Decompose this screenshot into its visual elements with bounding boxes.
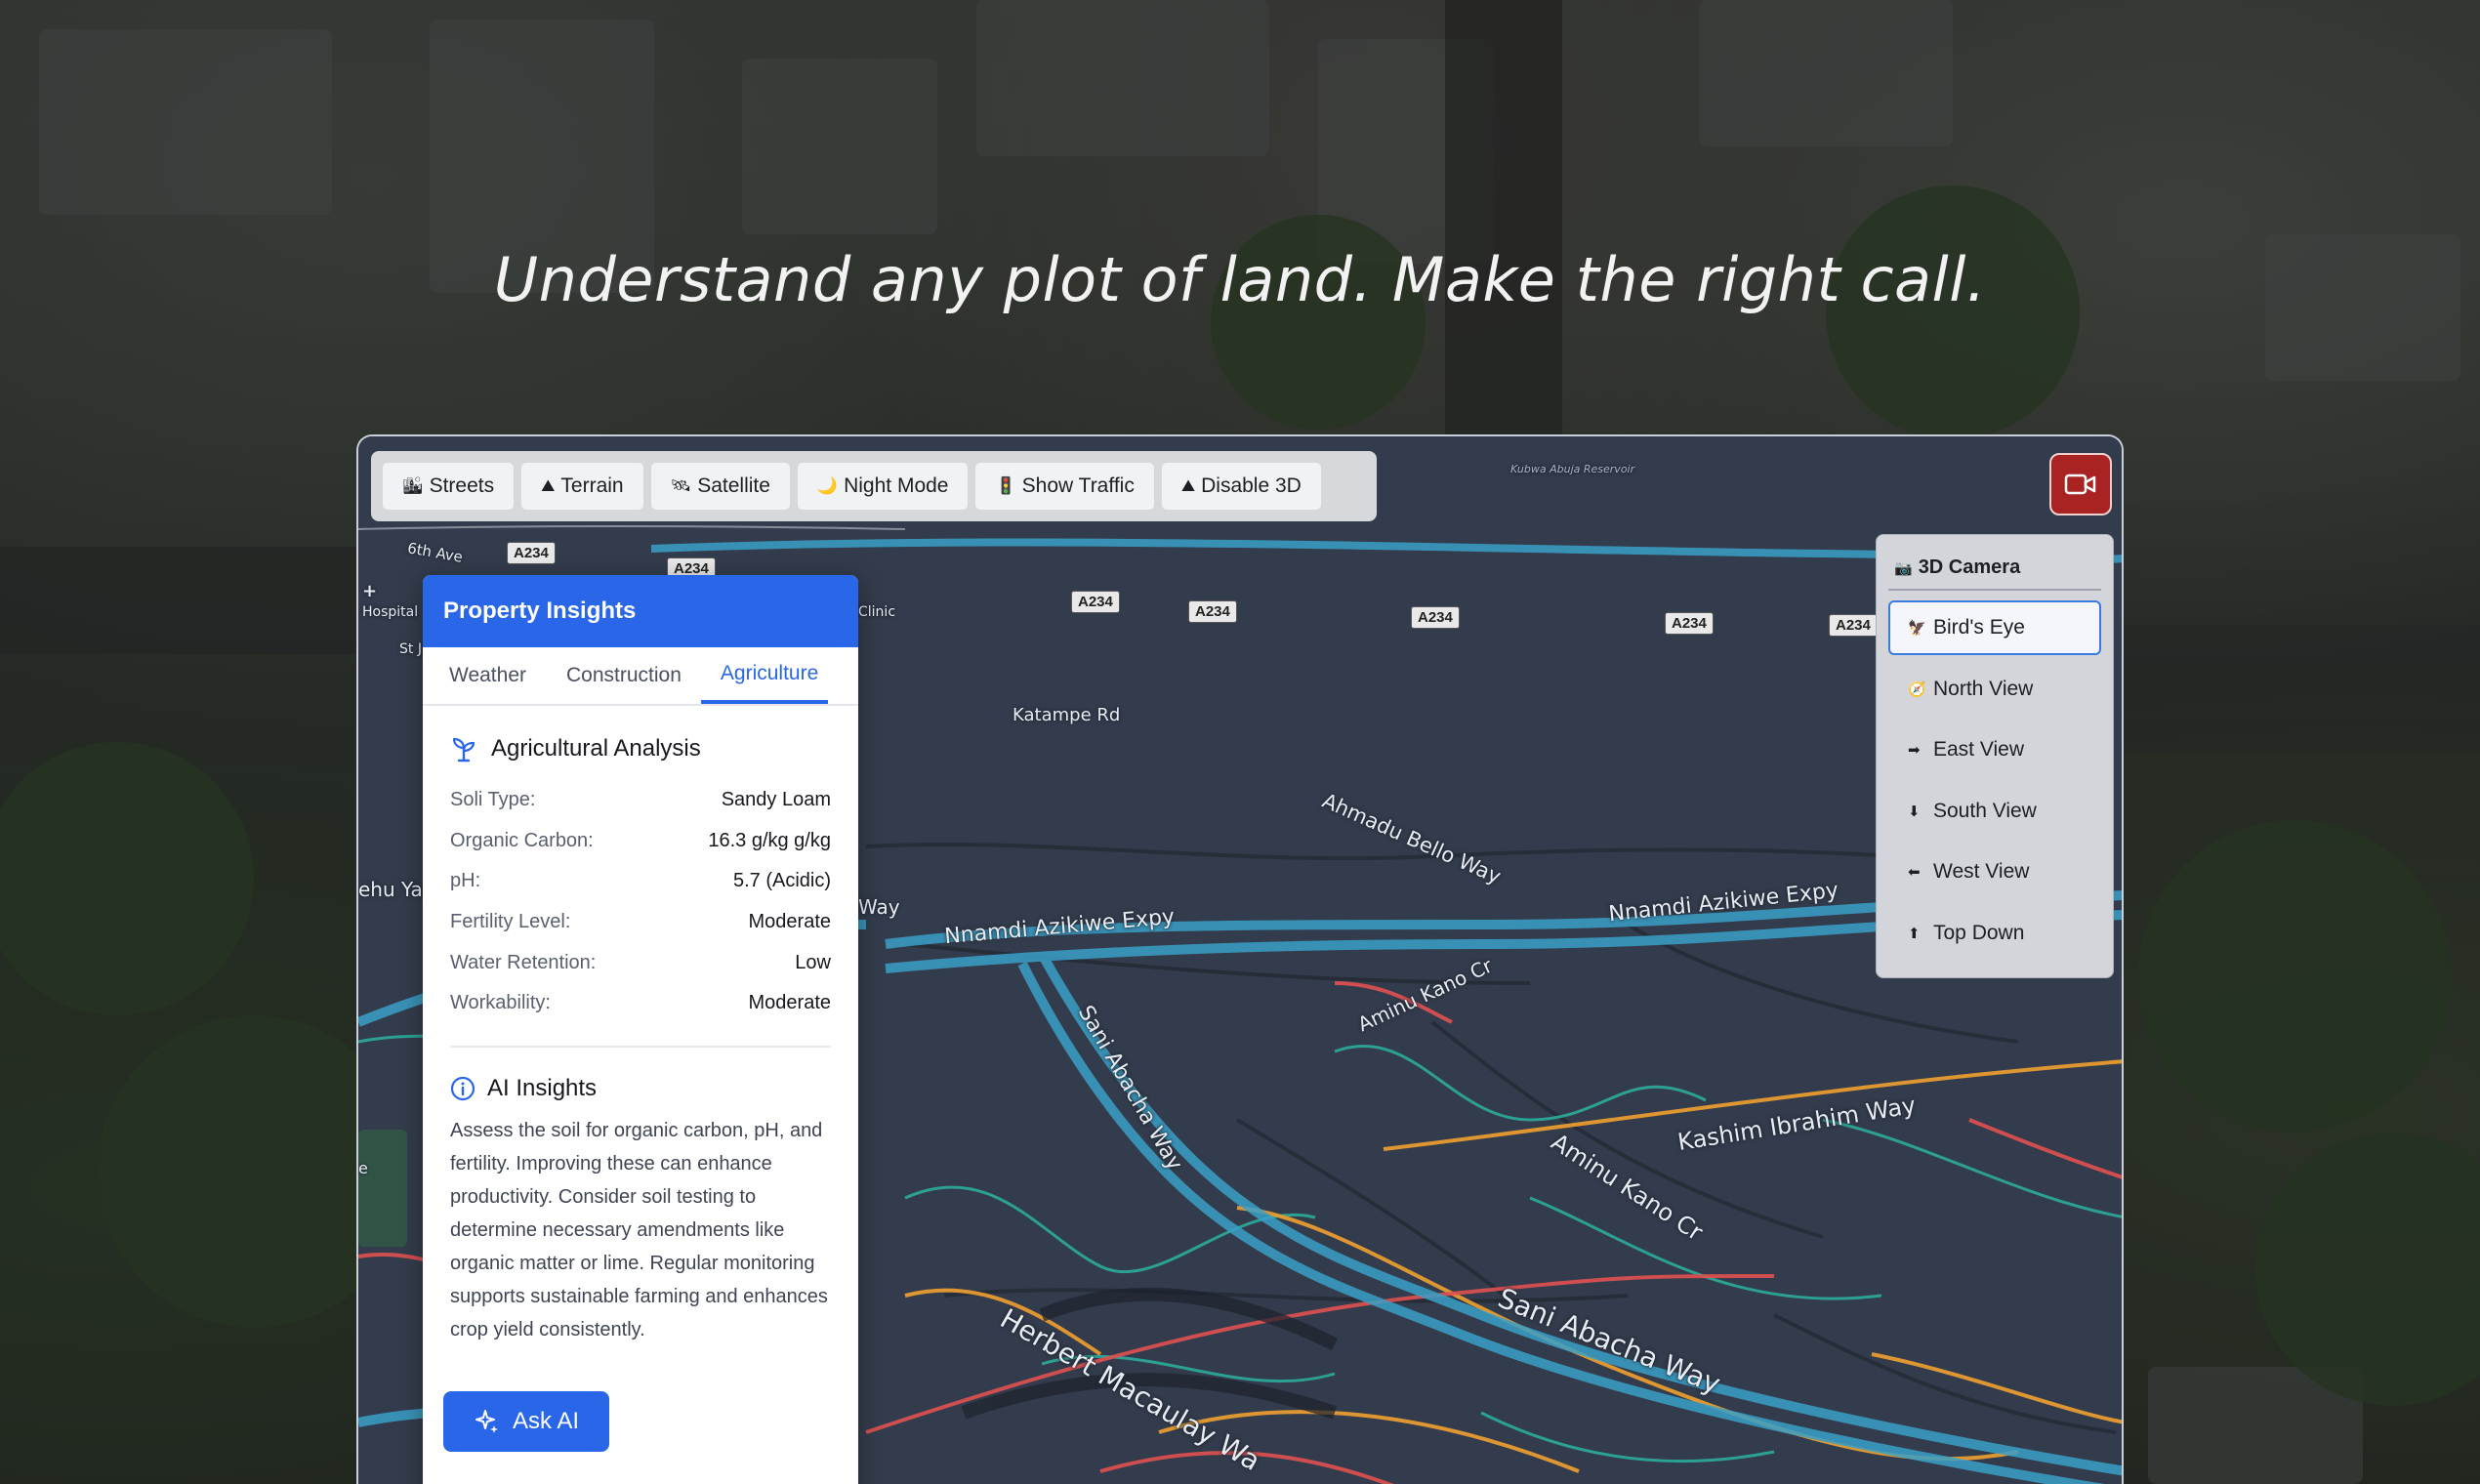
fertility-row: Fertility Level: Moderate — [450, 902, 831, 943]
tab-construction[interactable]: Construction — [546, 647, 701, 704]
row-key: Water Retention: — [450, 951, 597, 973]
road-label-st: St J — [399, 641, 422, 657]
mountain-icon: ⛰ — [541, 476, 556, 495]
ph-row: pH: 5.7 (Acidic) — [450, 861, 831, 902]
route-shield: A234 — [1829, 614, 1878, 637]
camera-option-east[interactable]: ➡ East View — [1888, 722, 2101, 777]
city-icon: 🏙 — [402, 476, 424, 495]
info-icon — [450, 1076, 475, 1100]
camera-toggle-button[interactable] — [2049, 453, 2112, 515]
camera-icon: 📷 — [1894, 559, 1913, 577]
organic-carbon-row: Organic Carbon: 16.3 g/kg g/kg — [450, 821, 831, 862]
row-key: Fertility Level: — [450, 911, 571, 933]
section-divider — [450, 1045, 831, 1048]
tab-agriculture[interactable]: Agriculture — [700, 647, 829, 704]
row-value: 5.7 (Acidic) — [732, 870, 831, 892]
camera-option-south[interactable]: ⬇ South View — [1888, 784, 2101, 839]
traffic-light-icon: 🚦 — [995, 476, 1016, 495]
camera-option-label: Bird's Eye — [1933, 616, 2025, 639]
row-key: pH: — [450, 870, 481, 892]
terrain-button[interactable]: ⛰ Terrain — [521, 463, 643, 510]
row-value: 16.3 g/kg g/kg — [708, 829, 831, 851]
row-value: Sandy Loam — [721, 789, 831, 811]
ai-insights-text: Assess the soil for organic carbon, pH, … — [450, 1119, 828, 1340]
map-style-toolbar: 🏙 Streets ⛰ Terrain 🛰 Satellite 🌙 Night Mode… — [371, 451, 1377, 521]
camera-option-label: Top Down — [1933, 921, 2025, 944]
satellite-label: Satellite — [697, 474, 770, 497]
arrow-up-icon: ⬆ — [1908, 925, 1921, 942]
streets-button[interactable]: 🏙 Streets — [383, 463, 515, 510]
soil-type-row: Soli Type: Sandy Loam — [450, 780, 831, 821]
streets-label: Streets — [429, 474, 495, 497]
route-shield: A234 — [1665, 612, 1714, 635]
video-camera-icon — [2064, 474, 2096, 495]
show-traffic-button[interactable]: 🚦 Show Traffic — [975, 463, 1154, 510]
arrow-right-icon: ➡ — [1908, 742, 1921, 759]
route-shield: A234 — [1071, 591, 1120, 613]
night-mode-label: Night Mode — [844, 474, 949, 497]
camera-panel-header: 📷 3D Camera — [1888, 545, 2101, 591]
route-shield: A234 — [507, 542, 556, 564]
mountain-icon: ⛰ — [1180, 476, 1196, 495]
row-key: Soli Type: — [450, 789, 536, 811]
arrow-down-icon: ⬇ — [1908, 803, 1921, 820]
row-value: Low — [795, 951, 831, 973]
poi-hospital: Hospital — [362, 604, 419, 620]
camera-option-label: South View — [1933, 799, 2037, 822]
road-label-katampe: Katampe Rd — [1013, 705, 1121, 725]
camera-option-north[interactable]: 🧭 North View — [1888, 662, 2101, 717]
night-mode-button[interactable]: 🌙 Night Mode — [797, 463, 969, 510]
camera-option-birds-eye[interactable]: 🦅 Bird's Eye — [1888, 600, 2101, 655]
road-label-ehu: ehu Ya — [358, 878, 423, 901]
camera-panel: 📷 3D Camera 🦅 Bird's Eye 🧭 North View ➡ Eas… — [1876, 534, 2114, 978]
ask-ai-label: Ask AI — [512, 1407, 580, 1434]
ask-ai-button[interactable]: Ask AI — [443, 1390, 609, 1452]
ai-insights-title: AI Insights — [450, 1075, 831, 1102]
hospital-cross-icon: + — [362, 581, 378, 601]
water-retention-row: Water Retention: Low — [450, 942, 831, 983]
page-headline: Understand any plot of land. Make the ri… — [493, 244, 1987, 315]
workability-row: Workability: Moderate — [450, 983, 831, 1024]
agricultural-analysis-title: Agricultural Analysis — [450, 735, 831, 763]
route-shield: A234 — [1411, 606, 1460, 629]
tab-weather[interactable]: Weather — [423, 647, 546, 704]
show-traffic-label: Show Traffic — [1021, 474, 1135, 497]
row-key: Organic Carbon: — [450, 829, 594, 851]
sprout-icon — [452, 737, 475, 763]
moon-icon: 🌙 — [816, 476, 839, 495]
section-title-text: Agricultural Analysis — [491, 735, 701, 762]
property-insights-panel: Property Insights Weather Construction A… — [423, 575, 858, 1484]
disable-3d-button[interactable]: ⛰ Disable 3D — [1161, 463, 1321, 510]
row-value: Moderate — [748, 992, 832, 1014]
camera-option-label: North View — [1933, 677, 2034, 700]
camera-option-label: West View — [1933, 860, 2030, 883]
satellite-button[interactable]: 🛰 Satellite — [650, 463, 790, 510]
arrow-left-icon: ⬅ — [1908, 864, 1921, 881]
row-value: Moderate — [748, 911, 832, 933]
insights-tabs: Weather Construction Agriculture — [423, 647, 858, 706]
map-window[interactable]: Katampe Rd Ahmadu Bello Way Nnamdi Aziki… — [356, 434, 2124, 1484]
ai-insights-title-text: AI Insights — [487, 1074, 598, 1101]
compass-icon: 🧭 — [1908, 680, 1926, 698]
camera-option-west[interactable]: ⬅ West View — [1888, 845, 2101, 899]
row-key: Workability: — [450, 992, 551, 1014]
sparkle-icon — [475, 1409, 498, 1433]
camera-option-top-down[interactable]: ⬆ Top Down — [1888, 906, 2101, 961]
eagle-icon: 🦅 — [1908, 620, 1926, 637]
satellite-icon: 🛰 — [670, 476, 692, 495]
road-label-edge: e — [358, 1159, 368, 1177]
insights-header: Property Insights — [423, 575, 858, 647]
poi-clinic: Clinic — [858, 604, 896, 620]
disable-3d-label: Disable 3D — [1201, 474, 1302, 497]
terrain-label: Terrain — [560, 474, 624, 497]
poi-reservoir: Kubwa Abuja Reservoir — [1510, 463, 1635, 475]
camera-option-label: East View — [1933, 738, 2024, 761]
camera-panel-title: 3D Camera — [1918, 556, 2021, 578]
route-shield: A234 — [1188, 600, 1237, 623]
road-label-way: Way — [858, 895, 900, 919]
insights-body: Agricultural Analysis Soli Type: Sandy Lo… — [423, 706, 858, 1452]
